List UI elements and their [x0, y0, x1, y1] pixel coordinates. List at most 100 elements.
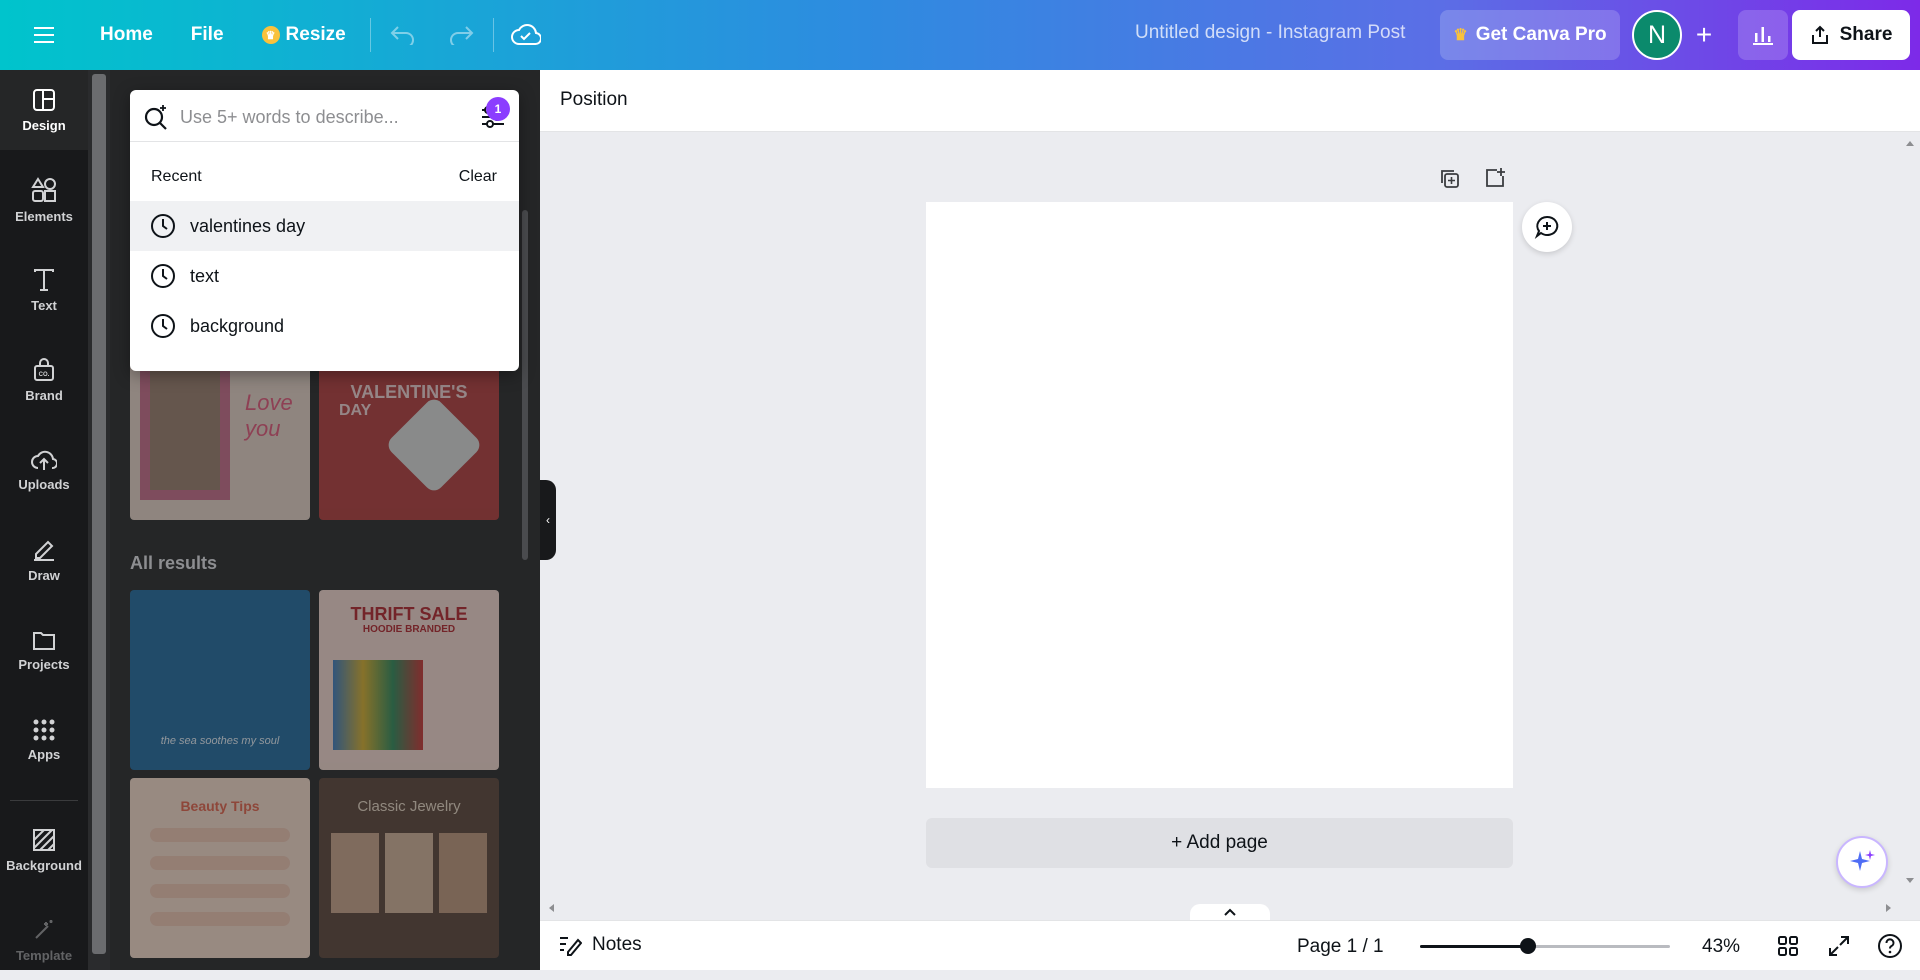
- all-results-heading: All results: [130, 553, 218, 573]
- get-canva-pro-button[interactable]: ♛ Get Canva Pro: [1440, 10, 1620, 60]
- rail-item-draw[interactable]: Draw: [0, 520, 88, 600]
- bottom-bar: Notes Page 1 / 1 43%: [540, 920, 1920, 970]
- clothes-photo: [333, 660, 423, 750]
- magic-search-icon: [142, 103, 170, 136]
- panel-scrollbar[interactable]: [520, 70, 530, 970]
- add-comment-icon[interactable]: [1522, 202, 1572, 252]
- template-thumbnail[interactable]: Beauty Tips: [130, 778, 310, 958]
- file-button[interactable]: File: [177, 14, 238, 56]
- search-input[interactable]: [180, 104, 460, 130]
- position-button[interactable]: Position: [560, 89, 628, 111]
- fullscreen-icon[interactable]: [1824, 931, 1854, 961]
- resize-label: Resize: [285, 24, 346, 45]
- magic-icon: [35, 919, 53, 939]
- template-thumbnail[interactable]: Classic Jewelry: [319, 778, 499, 958]
- rail-item-apps[interactable]: Apps: [0, 700, 88, 780]
- add-page-icon[interactable]: [1482, 165, 1508, 191]
- heart-photo: [384, 395, 484, 495]
- crown-icon: ♛: [261, 26, 280, 44]
- rail-label: Elements: [15, 208, 73, 224]
- folder-icon: [33, 631, 55, 650]
- layout-icon: [33, 88, 55, 111]
- share-icon: [1811, 25, 1828, 44]
- recent-heading: Recent: [151, 168, 202, 185]
- home-button[interactable]: Home: [86, 14, 167, 56]
- notes-label: Notes: [592, 934, 642, 955]
- rail-label: Projects: [18, 656, 70, 672]
- undo-icon[interactable]: [381, 13, 425, 57]
- recent-search-label: valentines day: [190, 215, 306, 236]
- template-thumbnail[interactable]: the sea soothes my soul: [130, 590, 310, 770]
- recent-search-item[interactable]: text: [130, 251, 519, 301]
- grid-view-icon[interactable]: [1773, 931, 1803, 961]
- template-thumbnail[interactable]: THRIFT SALE HOODIE BRANDED: [319, 590, 499, 770]
- notes-button[interactable]: Notes: [558, 934, 642, 956]
- share-label: Share: [1839, 24, 1893, 45]
- rail-label: Template: [15, 947, 73, 963]
- recent-search-label: background: [190, 315, 285, 336]
- brand-icon: CO.: [34, 357, 54, 381]
- redo-icon[interactable]: [439, 13, 483, 57]
- clock-icon: [151, 214, 175, 238]
- rail-item-brand[interactable]: CO. Brand: [0, 340, 88, 420]
- cloud-saved-icon[interactable]: [504, 13, 548, 57]
- add-page-button[interactable]: + Add page: [926, 818, 1513, 868]
- avatar[interactable]: N: [1632, 10, 1682, 60]
- rail-scrollbar[interactable]: [88, 70, 110, 970]
- insights-chart-icon[interactable]: [1738, 10, 1788, 60]
- love-you-script: Love you: [245, 390, 293, 441]
- template-subtitle: HOODIE BRANDED: [362, 624, 456, 635]
- template-caption: the sea soothes my soul: [160, 735, 280, 747]
- rail-label: Design: [22, 117, 66, 133]
- rail-label: Uploads: [18, 476, 70, 492]
- rail-label: Draw: [28, 567, 60, 583]
- document-title[interactable]: Untitled design - Instagram Post: [1135, 22, 1405, 44]
- apps-grid-icon: [33, 719, 55, 740]
- help-icon[interactable]: [1875, 931, 1905, 961]
- cloud-upload-icon: [31, 450, 57, 470]
- pen-icon: [34, 540, 54, 561]
- divider: [492, 18, 494, 52]
- collapse-panel-chevron-icon[interactable]: ‹: [540, 480, 556, 560]
- rail-label: Apps: [27, 746, 61, 762]
- rail-item-template[interactable]: Template: [0, 900, 88, 980]
- canvas-vertical-scrollbar[interactable]: [1900, 132, 1920, 892]
- clock-icon: [151, 314, 175, 338]
- rail-item-text[interactable]: Text: [0, 250, 88, 330]
- svg-text:CO.: CO.: [39, 372, 50, 378]
- page-indicator[interactable]: Page 1 / 1: [1297, 936, 1384, 958]
- search-dropdown: 1 Recent Clear valentines day text backg…: [130, 90, 519, 371]
- divider: [10, 800, 78, 801]
- template-subtitle: DAY: [339, 402, 372, 419]
- rail-item-background[interactable]: Background: [0, 810, 88, 890]
- divider: [369, 18, 371, 52]
- left-rail: Design Elements Text CO. Brand Uploads D…: [0, 70, 88, 970]
- duplicate-page-icon[interactable]: [1437, 166, 1463, 192]
- resize-button[interactable]: ♛ Resize: [248, 14, 360, 56]
- zoom-slider-handle[interactable]: [1519, 938, 1536, 954]
- zoom-slider-fill: [1420, 945, 1528, 948]
- recent-search-item[interactable]: valentines day: [130, 201, 519, 251]
- clear-recent-button[interactable]: Clear: [459, 168, 497, 186]
- rail-label: Text: [31, 297, 57, 313]
- magic-assistant-icon[interactable]: [1836, 836, 1888, 888]
- invite-plus-icon[interactable]: +: [1686, 17, 1722, 53]
- crown-icon: ♛: [1453, 27, 1468, 44]
- notes-pencil-icon: [560, 937, 582, 956]
- text-icon: [34, 268, 54, 291]
- show-pages-chevron-up-icon[interactable]: [1190, 904, 1270, 920]
- background-icon: [33, 828, 55, 851]
- clock-icon: [151, 264, 175, 288]
- zoom-slider[interactable]: [1420, 938, 1670, 954]
- share-button[interactable]: Share: [1792, 10, 1910, 60]
- rail-item-elements[interactable]: Elements: [0, 160, 88, 240]
- design-page[interactable]: [926, 202, 1513, 788]
- rail-item-projects[interactable]: Projects: [0, 610, 88, 690]
- zoom-level[interactable]: 43%: [1702, 936, 1740, 958]
- menu-icon[interactable]: [22, 13, 66, 57]
- rail-item-design[interactable]: Design: [0, 70, 88, 150]
- recent-search-label: text: [190, 265, 220, 286]
- rail-item-uploads[interactable]: Uploads: [0, 430, 88, 510]
- recent-search-item[interactable]: background: [130, 301, 519, 351]
- shapes-icon: [31, 176, 56, 202]
